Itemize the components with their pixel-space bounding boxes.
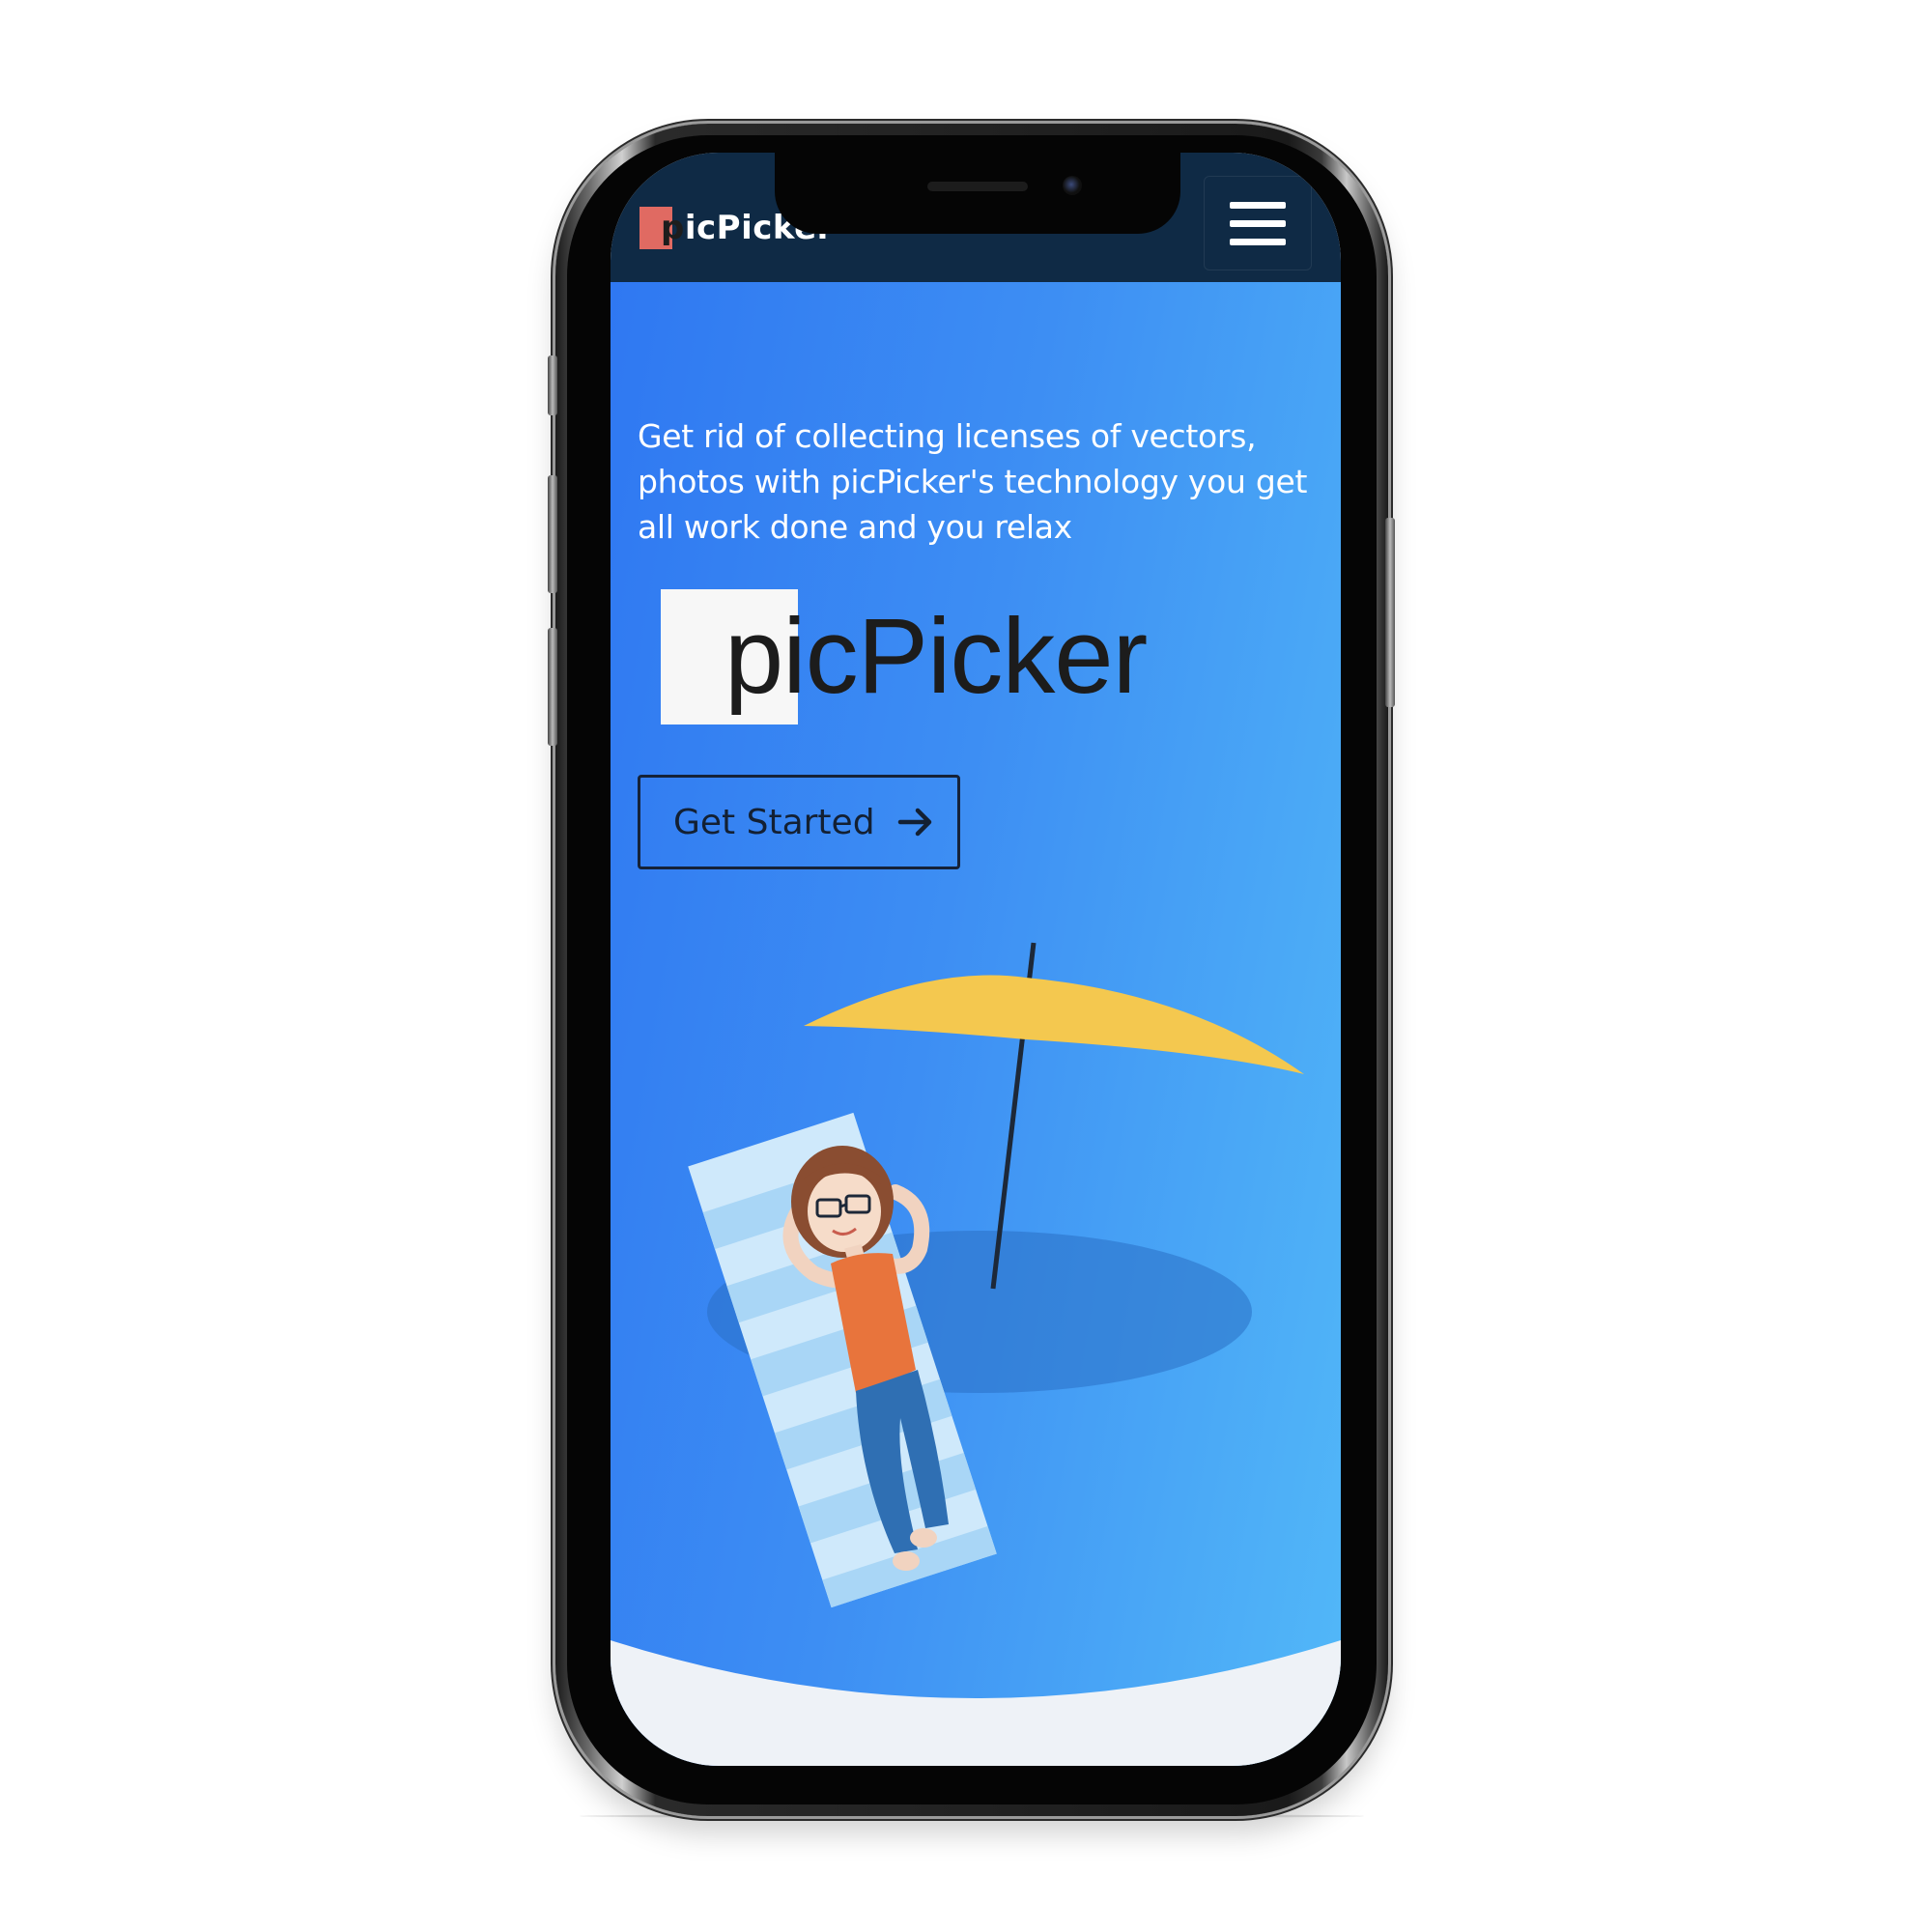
- side-button-volume-up: [548, 475, 557, 593]
- side-button-power: [1385, 518, 1395, 707]
- side-button-silent: [548, 355, 557, 415]
- hamburger-menu-button[interactable]: [1204, 176, 1312, 270]
- phone-screen: picPicker Get rid of collecting licenses…: [611, 153, 1341, 1766]
- mockup-stage: picPicker Get rid of collecting licenses…: [0, 0, 1932, 1932]
- get-started-button[interactable]: Get Started: [638, 775, 960, 869]
- earpiece-speaker: [927, 182, 1028, 191]
- hero-logo-rest: icPicker: [782, 597, 1148, 716]
- front-camera: [1063, 176, 1082, 195]
- phone-notch: [775, 153, 1180, 234]
- arrow-right-icon: [897, 808, 931, 837]
- get-started-label: Get Started: [673, 802, 875, 842]
- side-button-volume-down: [548, 628, 557, 746]
- hero-bottom-curve: [611, 1640, 1341, 1766]
- hero-logo-text: picPicker: [724, 597, 1148, 716]
- hero-tagline: Get rid of collecting licenses of vector…: [638, 417, 1308, 546]
- brand-name-first-letter: p: [661, 209, 685, 247]
- hero-logo-first-letter: p: [724, 597, 783, 716]
